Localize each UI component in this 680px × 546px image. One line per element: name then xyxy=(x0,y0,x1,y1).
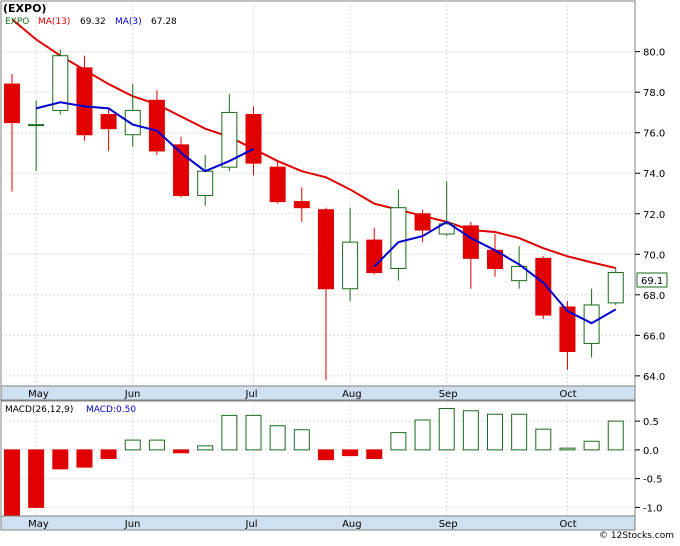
macd-bar-negative xyxy=(317,449,334,461)
price-x-tick-label: Aug xyxy=(342,389,362,400)
macd-bar-positive xyxy=(414,419,431,451)
price-y-axis: 64.0 66.0 68.0 70.0 72.0 74.0 76.0 78.0 80.0 xyxy=(635,48,665,383)
candle-up xyxy=(124,109,141,136)
macd-bar-positive xyxy=(293,429,310,451)
price-x-tick-label: Oct xyxy=(559,389,576,400)
macd-bar-negative xyxy=(366,449,383,459)
macd-bar-positive xyxy=(390,432,407,451)
macd-y-tick-label: 0.0 xyxy=(643,446,659,457)
macd-bar-negative xyxy=(52,449,69,470)
price-x-tick-label: May xyxy=(28,389,49,400)
candle-down xyxy=(366,239,383,274)
macd-y-tick-label: 0.5 xyxy=(643,417,659,428)
candle-up xyxy=(197,170,214,197)
price-x-tick-label: Sep xyxy=(439,389,458,400)
candle-down xyxy=(317,209,334,290)
price-y-tick-label: 70.0 xyxy=(643,250,665,261)
macd-bar-positive xyxy=(559,447,576,451)
macd-bar-positive xyxy=(438,407,455,451)
macd-x-axis-bar xyxy=(0,515,636,531)
macd-x-tick-label: Oct xyxy=(559,519,576,530)
candle-up xyxy=(28,124,45,127)
macd-x-tick-label: Sep xyxy=(439,519,458,530)
macd-bar-negative xyxy=(28,449,45,508)
price-y-tick-label: 66.0 xyxy=(643,331,665,342)
candle-down xyxy=(148,99,165,152)
macd-x-tick-label: Aug xyxy=(342,519,362,530)
macd-bar-positive xyxy=(535,428,552,451)
macd-bar-negative xyxy=(76,449,93,468)
legend-ma3-value: 67.28 xyxy=(151,17,177,27)
candle-down xyxy=(245,113,262,164)
macd-bar-positive xyxy=(124,439,141,451)
macd-bar-positive xyxy=(607,420,624,451)
candle-down xyxy=(414,213,431,231)
price-y-tick-label: 68.0 xyxy=(643,291,665,302)
macd-bar-negative xyxy=(100,449,117,459)
legend-ma13-label: MA(13) xyxy=(38,17,70,27)
macd-x-tick-label: Jun xyxy=(124,519,141,530)
macd-bar-positive xyxy=(197,445,214,451)
price-y-tick-label: 72.0 xyxy=(643,210,665,221)
price-x-tick-label: Jun xyxy=(124,389,141,400)
candle-down xyxy=(269,166,286,203)
footer-credit: © 12Stocks.com xyxy=(599,531,674,541)
price-y-tick-label: 74.0 xyxy=(643,169,665,180)
candle-down xyxy=(462,225,479,259)
last-price-label: 69.1 xyxy=(641,276,663,287)
price-panel xyxy=(0,0,636,387)
macd-bar-positive xyxy=(221,414,238,451)
macd-y-axis: -1.0 -0.5 0.0 0.5 xyxy=(635,417,663,514)
macd-legend-label: MACD(26,12,9) xyxy=(5,405,73,415)
macd-bar-negative xyxy=(4,449,20,517)
chart-title: (EXPO) xyxy=(3,2,46,15)
macd-bar-positive xyxy=(487,413,503,451)
macd-bar-negative xyxy=(173,449,190,454)
macd-legend-value: MACD:0.50 xyxy=(86,405,136,415)
candle-up xyxy=(342,241,359,290)
macd-bar-positive xyxy=(511,413,528,451)
price-y-tick-label: 64.0 xyxy=(643,372,665,383)
macd-bar-positive xyxy=(245,414,262,451)
macd-x-tick-label: Jul xyxy=(245,519,258,530)
macd-y-tick-label: -1.0 xyxy=(643,503,663,514)
macd-bar-positive xyxy=(269,425,286,451)
macd-x-tick-label: May xyxy=(28,519,49,530)
price-x-axis-bar xyxy=(0,385,636,401)
stock-chart: 64.0 66.0 68.0 70.0 72.0 74.0 76.0 78.0 80.0 May… xyxy=(0,0,668,531)
legend-symbol: EXPO xyxy=(5,17,29,27)
legend-ma13-value: 69.32 xyxy=(80,17,106,27)
macd-bar-positive xyxy=(583,440,600,451)
candle-down xyxy=(4,83,20,124)
macd-bar-negative xyxy=(342,449,359,457)
price-y-tick-label: 76.0 xyxy=(643,129,665,140)
candle-down xyxy=(293,201,310,209)
price-x-tick-label: Jul xyxy=(245,389,258,400)
legend-ma3-label: MA(3) xyxy=(115,17,142,27)
candle-up xyxy=(390,207,407,269)
macd-bar-positive xyxy=(148,439,165,451)
price-y-tick-label: 80.0 xyxy=(643,48,665,59)
candle-down xyxy=(100,113,117,130)
candle-up xyxy=(607,272,624,304)
macd-y-tick-label: -0.5 xyxy=(643,475,663,486)
price-y-tick-label: 78.0 xyxy=(643,88,665,99)
macd-bar-positive xyxy=(462,410,479,451)
candle-down xyxy=(76,67,93,136)
candle-down xyxy=(535,257,552,316)
